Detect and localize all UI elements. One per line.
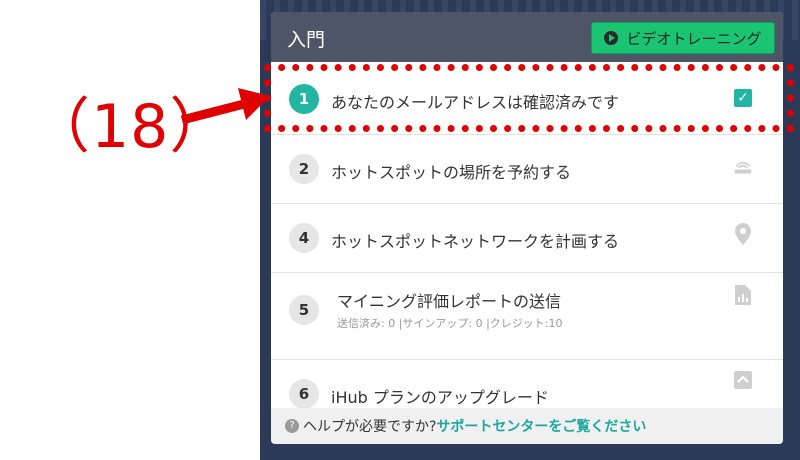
step-number-badge: 4 [289, 223, 319, 253]
panel-title: 入門 [287, 29, 326, 51]
map-pin-icon [733, 223, 753, 245]
step-plan-network[interactable]: 4 ホットスポットネットワークを計画する [271, 204, 783, 273]
step-number-badge: 5 [289, 295, 319, 325]
report-icon [733, 285, 753, 305]
help-footer: ? ヘルプが必要ですか? サポートセンターをご覧ください [271, 408, 783, 444]
play-icon [604, 31, 619, 45]
step-label: マイニング評価レポートの送信 [337, 292, 562, 311]
video-training-button[interactable]: ビデオトレーニング [591, 22, 775, 54]
upgrade-icon [733, 370, 753, 390]
hotspot-icon [733, 157, 753, 177]
video-training-label: ビデオトレーニング [626, 29, 762, 48]
step-label: ホットスポットの場所を予約する [331, 163, 572, 182]
highlight-box [264, 64, 794, 132]
help-icon: ? [285, 419, 299, 433]
step-reserve-hotspot[interactable]: 2 ホットスポットの場所を予約する [271, 135, 783, 204]
panel-header: 入門 ビデオトレーニング [271, 12, 783, 62]
step-label: iHub プランのアップグレード [331, 388, 549, 407]
annotation-arrow-icon [180, 88, 270, 125]
support-center-link[interactable]: サポートセンターをご覧ください [436, 416, 646, 436]
step-mining-report[interactable]: 5 マイニング評価レポートの送信 送信済み: 0 |サインアップ: 0 |クレジ… [271, 273, 783, 360]
step-number-badge: 6 [289, 379, 319, 409]
help-question: ヘルプが必要ですか? [303, 419, 437, 435]
step-stats: 送信済み: 0 |サインアップ: 0 |クレジット:10 [337, 317, 563, 330]
step-label: ホットスポットネットワークを計画する [331, 232, 620, 251]
step-number-badge: 2 [289, 154, 319, 184]
